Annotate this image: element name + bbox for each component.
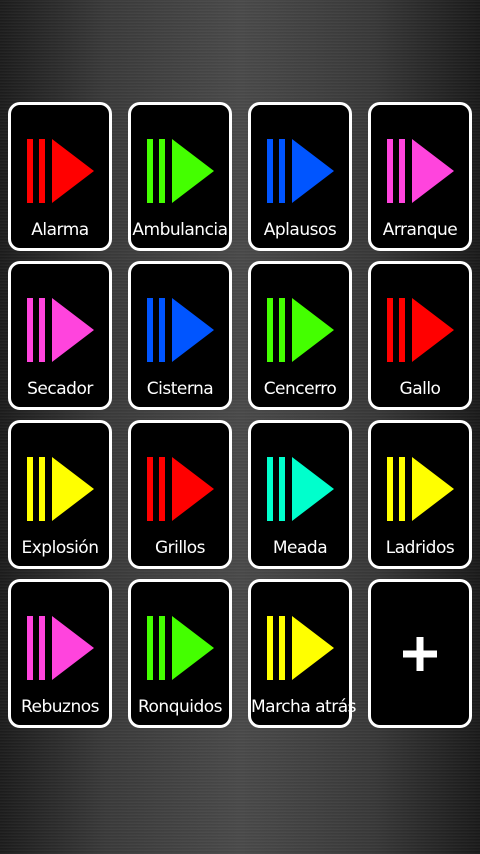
- sound-label: Ambulancia: [132, 220, 228, 240]
- sound-button-grillos[interactable]: Grillos: [128, 420, 232, 569]
- sound-label: Gallo: [399, 379, 441, 399]
- sound-button-cencerro[interactable]: Cencerro: [248, 261, 352, 410]
- play-icon: [27, 457, 97, 521]
- sound-label: Aplausos: [263, 220, 337, 240]
- sound-button-marcha-atras[interactable]: Marcha atrás: [248, 579, 357, 728]
- sound-button-rebuznos[interactable]: Rebuznos: [8, 579, 112, 728]
- play-icon: [387, 139, 457, 203]
- play-icon: [27, 298, 97, 362]
- sound-grid: Alarma Ambulancia Aplausos Arranque Seca…: [8, 102, 472, 728]
- sound-label: Secador: [27, 379, 93, 399]
- play-icon: [267, 298, 337, 362]
- sound-label: Ronquidos: [137, 697, 223, 717]
- sound-button-explosion[interactable]: Explosión: [8, 420, 112, 569]
- sound-button-ambulancia[interactable]: Ambulancia: [128, 102, 232, 251]
- sound-button-ronquidos[interactable]: Ronquidos: [128, 579, 232, 728]
- sound-label: Grillos: [154, 538, 206, 558]
- play-icon: [147, 298, 217, 362]
- sound-button-alarma[interactable]: Alarma: [8, 102, 112, 251]
- sound-label: Cencerro: [263, 379, 337, 399]
- sound-label: Meada: [272, 538, 328, 558]
- sound-button-meada[interactable]: Meada: [248, 420, 352, 569]
- app-screen: { "sounds": [ {"label": "Alarma", "color…: [0, 0, 480, 854]
- play-icon: [27, 139, 97, 203]
- play-icon: [147, 616, 217, 680]
- sound-label: Marcha atrás: [251, 697, 357, 717]
- play-icon: [147, 457, 217, 521]
- sound-button-cisterna[interactable]: Cisterna: [128, 261, 232, 410]
- sound-label: Arranque: [382, 220, 458, 240]
- play-icon: [147, 139, 217, 203]
- play-icon: [387, 298, 457, 362]
- sound-label: Explosión: [21, 538, 99, 558]
- add-sound-button[interactable]: [368, 579, 472, 728]
- play-icon: [267, 139, 337, 203]
- play-icon: [27, 616, 97, 680]
- sound-label: Rebuznos: [20, 697, 100, 717]
- play-icon: [267, 457, 337, 521]
- sound-button-ladridos[interactable]: Ladridos: [368, 420, 472, 569]
- play-icon: [267, 616, 337, 680]
- sound-button-gallo[interactable]: Gallo: [368, 261, 472, 410]
- sound-label: Alarma: [31, 220, 89, 240]
- sound-label: Cisterna: [146, 379, 214, 399]
- sound-button-secador[interactable]: Secador: [8, 261, 112, 410]
- play-icon: [387, 457, 457, 521]
- plus-icon: [371, 582, 469, 725]
- sound-button-aplausos[interactable]: Aplausos: [248, 102, 352, 251]
- sound-label: Ladridos: [385, 538, 455, 558]
- sound-button-arranque[interactable]: Arranque: [368, 102, 472, 251]
